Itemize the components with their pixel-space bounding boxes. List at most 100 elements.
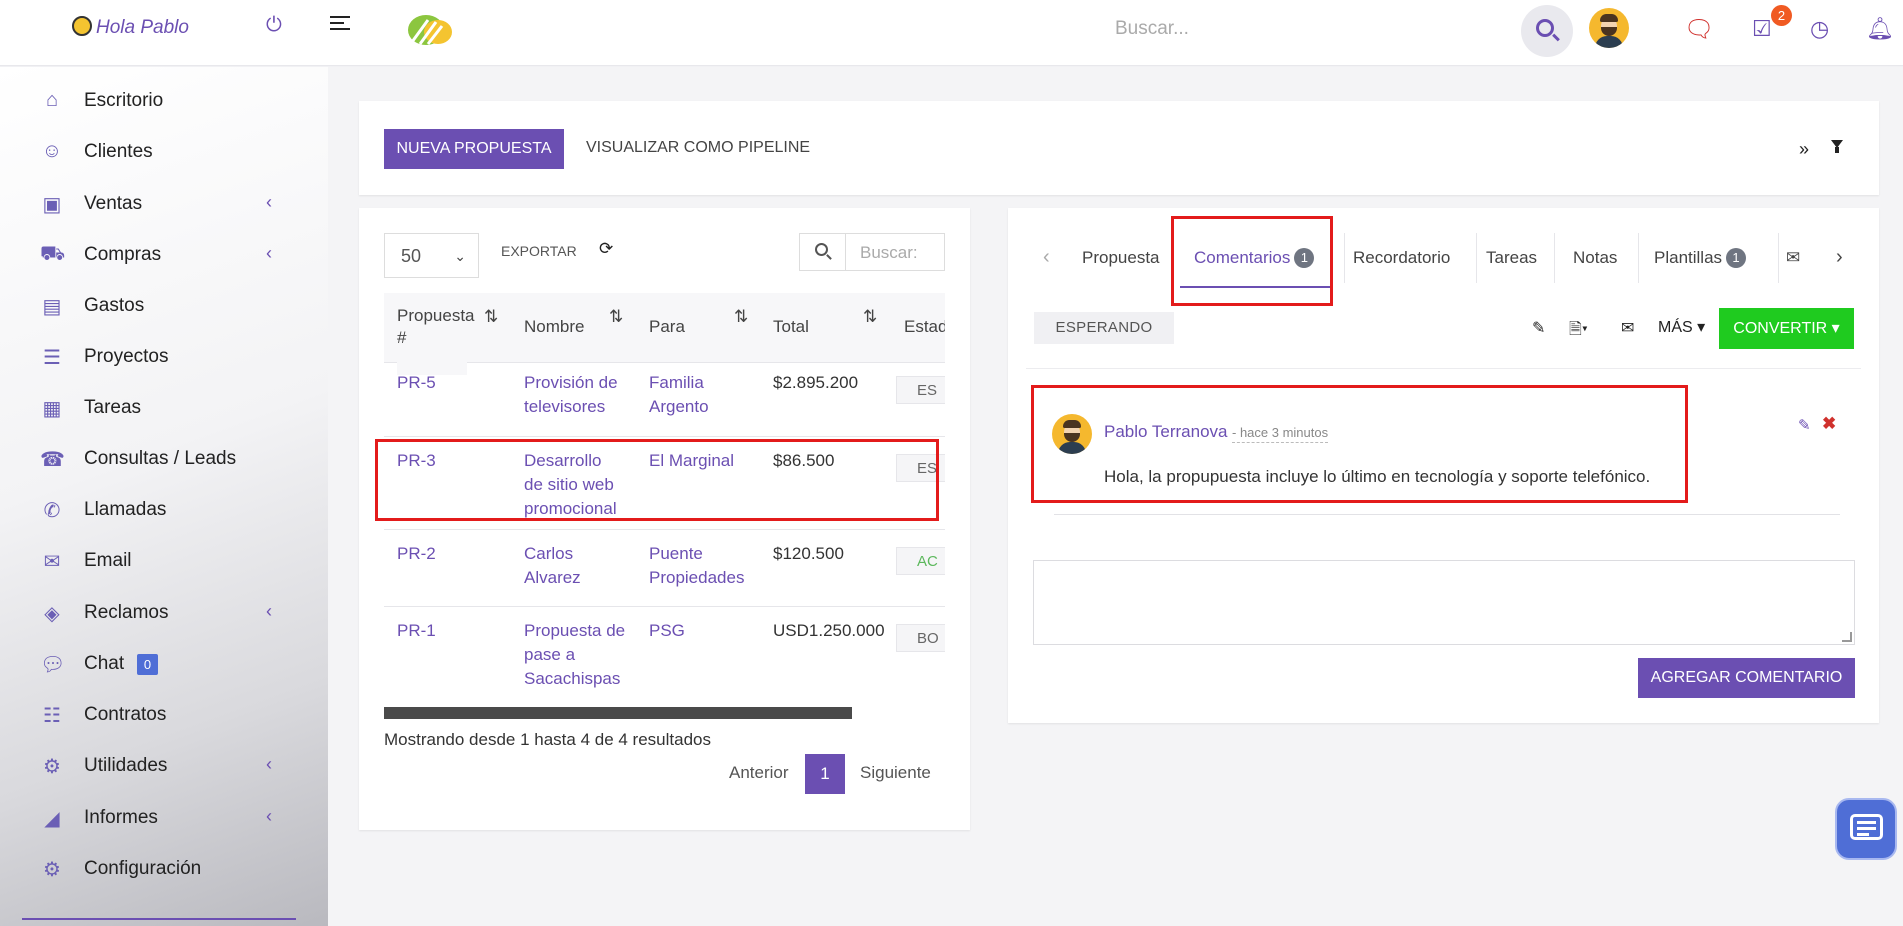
sort-icon[interactable]: ⇅ [609,307,623,377]
comment-time: - hace 3 minutos [1232,425,1329,443]
sidebar-item-reclamos[interactable]: ◈ Reclamos ‹ [40,599,290,629]
add-comment-button[interactable]: AGREGAR COMENTARIO [1638,658,1855,698]
sidebar-item-ventas[interactable]: ▣ Ventas ‹ [40,190,290,220]
table-cell-para[interactable]: PSG [649,619,685,643]
table-cell-nombre[interactable]: Carlos Alvarez [524,542,614,590]
table-search[interactable]: Buscar: [799,233,945,271]
tab-comentarios[interactable]: Comentarios 1 [1194,248,1315,268]
chevron-right-icon[interactable]: › [1836,246,1843,269]
row-divider [384,436,945,437]
menu-toggle-icon[interactable] [330,16,350,34]
new-comment-textarea[interactable] [1033,560,1855,645]
sort-icon[interactable]: ⇅ [734,307,748,377]
row-divider [384,606,945,607]
sidebar-item-informes[interactable]: ◢ Informes ‹ [40,804,290,834]
table-search-input[interactable]: Buscar: [860,243,918,263]
tab-tareas[interactable]: Tareas [1486,248,1537,268]
sidebar-item-proyectos[interactable]: ☰ Proyectos [40,343,290,373]
app-logo[interactable] [402,6,458,48]
resize-handle[interactable] [1842,632,1852,642]
money-icon: ▣ [42,194,62,216]
sidebar-item-consultas[interactable]: ☎ Consultas / Leads [40,445,290,475]
chart-icon: ◢ [44,808,60,830]
horizontal-scrollbar[interactable] [384,707,852,719]
row-divider [384,529,945,530]
sidebar-item-compras[interactable]: ⛟ Compras ‹ [40,241,290,271]
column-header-propuesta[interactable]: Propuesta # [397,305,475,375]
clock-icon[interactable]: ◷ [1810,16,1829,42]
divider [1054,514,1840,515]
search-button[interactable] [1521,5,1573,57]
sidebar-item-utilidades[interactable]: ⚙ Utilidades ‹ [40,752,290,782]
pipeline-view-link[interactable]: VISUALIZAR COMO PIPELINE [586,139,810,157]
comment-author[interactable]: Pablo Terranova [1104,422,1228,442]
table-cell-nombre[interactable]: Propuesta de pase a Sacachispas [524,619,629,691]
page-size-select[interactable]: 50 ⌄ [384,233,479,278]
pagination-info: Mostrando desde 1 hasta 4 de 4 resultado… [384,730,711,749]
detail-tabs: ‹ Propuesta Comentarios 1 Recordatorio Ta… [1008,208,1879,288]
tasks-icon: ▦ [42,398,62,420]
phone-icon: ✆ [43,500,61,522]
sidebar-item-tareas[interactable]: ▦ Tareas [40,394,290,424]
sidebar-item-escritorio[interactable]: ⌂ Escritorio [40,87,290,117]
table-cell-id[interactable]: PR-5 [397,371,436,395]
column-header-estado[interactable]: Estad [904,317,945,341]
refresh-icon[interactable]: ⟳ [599,239,613,259]
convert-button[interactable]: CONVERTIR ▾ [1719,308,1854,349]
sidebar-item-llamadas[interactable]: ✆ Llamadas [40,496,290,526]
comment-text: Hola, la propupuesta incluye lo último e… [1104,467,1651,486]
column-header-para[interactable]: Para [649,317,685,341]
table-cell-id[interactable]: PR-3 [397,449,436,473]
edit-icon[interactable]: ✎ [1532,318,1545,338]
table-cell-total: $2.895.200 [773,373,859,392]
table-cell-id[interactable]: PR-1 [397,619,436,643]
envelope-open-icon[interactable]: ✉ [1786,248,1800,268]
table-cell-nombre[interactable]: Provisión de televisores [524,371,634,419]
more-dropdown[interactable]: MÁS ▾ [1658,317,1705,337]
filter-icon[interactable] [1831,140,1843,153]
messages-icon[interactable]: 🗨 [1684,15,1714,44]
sidebar-item-chat[interactable]: 💬︎ Chat 0 [40,650,290,680]
pdf-dropdown-icon[interactable]: 🗎︎▾ [1569,318,1588,345]
global-search-input[interactable]: Buscar... [1115,18,1189,40]
tab-recordatorio[interactable]: Recordatorio [1353,248,1450,268]
sidebar-item-configuracion[interactable]: ⚙ Configuración [40,855,290,885]
sidebar-item-contratos[interactable]: ☷ Contratos [40,701,290,731]
proposals-list-panel: 50 ⌄ EXPORTAR ⟳ Buscar: Propuesta # ⇅ Nom… [359,208,970,830]
chevron-left-icon: ‹ [266,601,272,621]
edit-comment-icon[interactable]: ✎ [1798,416,1811,434]
tab-propuesta[interactable]: Propuesta [1082,248,1160,268]
new-proposal-button[interactable]: NUEVA PROPUESTA [384,129,564,169]
gear-icon: ⚙ [43,859,61,881]
expand-icon[interactable]: » [1799,139,1809,160]
floating-chat-button[interactable] [1835,798,1897,860]
pagination-current-page[interactable]: 1 [805,754,845,794]
sort-icon[interactable]: ⇅ [863,307,877,377]
column-header-nombre[interactable]: Nombre [524,317,585,341]
home-icon: ⌂ [45,89,59,111]
table-cell-nombre[interactable]: Desarrollo de sitio web promocional [524,449,624,521]
delete-comment-icon[interactable]: ✖ [1822,414,1836,434]
pagination-next[interactable]: Siguiente [860,763,931,783]
table-cell-para[interactable]: Familia Argento [649,371,739,419]
chevron-left-icon[interactable]: ‹ [1043,246,1050,269]
export-button[interactable]: EXPORTAR [501,243,577,259]
sidebar-item-gastos[interactable]: ▤ Gastos [40,292,290,322]
pagination-prev[interactable]: Anterior [729,763,789,783]
tab-plantillas[interactable]: Plantillas 1 [1654,248,1747,268]
tab-notas[interactable]: Notas [1573,248,1617,268]
file-icon: ▤ [42,296,62,318]
chevron-left-icon: ‹ [266,192,272,212]
table-cell-id[interactable]: PR-2 [397,542,436,566]
table-cell-para[interactable]: Puente Propiedades [649,542,759,590]
user-avatar[interactable] [1589,8,1629,48]
sort-icon[interactable]: ⇅ [484,307,498,377]
column-header-total[interactable]: Total [773,317,809,341]
sidebar-item-email[interactable]: ✉ Email [40,547,290,577]
logout-icon[interactable]: ⏻ [266,14,282,37]
table-cell-para[interactable]: El Marginal [649,449,749,473]
bell-icon[interactable]: 🔔︎ [1866,16,1894,42]
tasks-check-icon[interactable]: ☑ [1752,16,1772,42]
sidebar-item-clientes[interactable]: ☺ Clientes [40,138,290,168]
email-icon[interactable]: ✉ [1621,318,1634,338]
